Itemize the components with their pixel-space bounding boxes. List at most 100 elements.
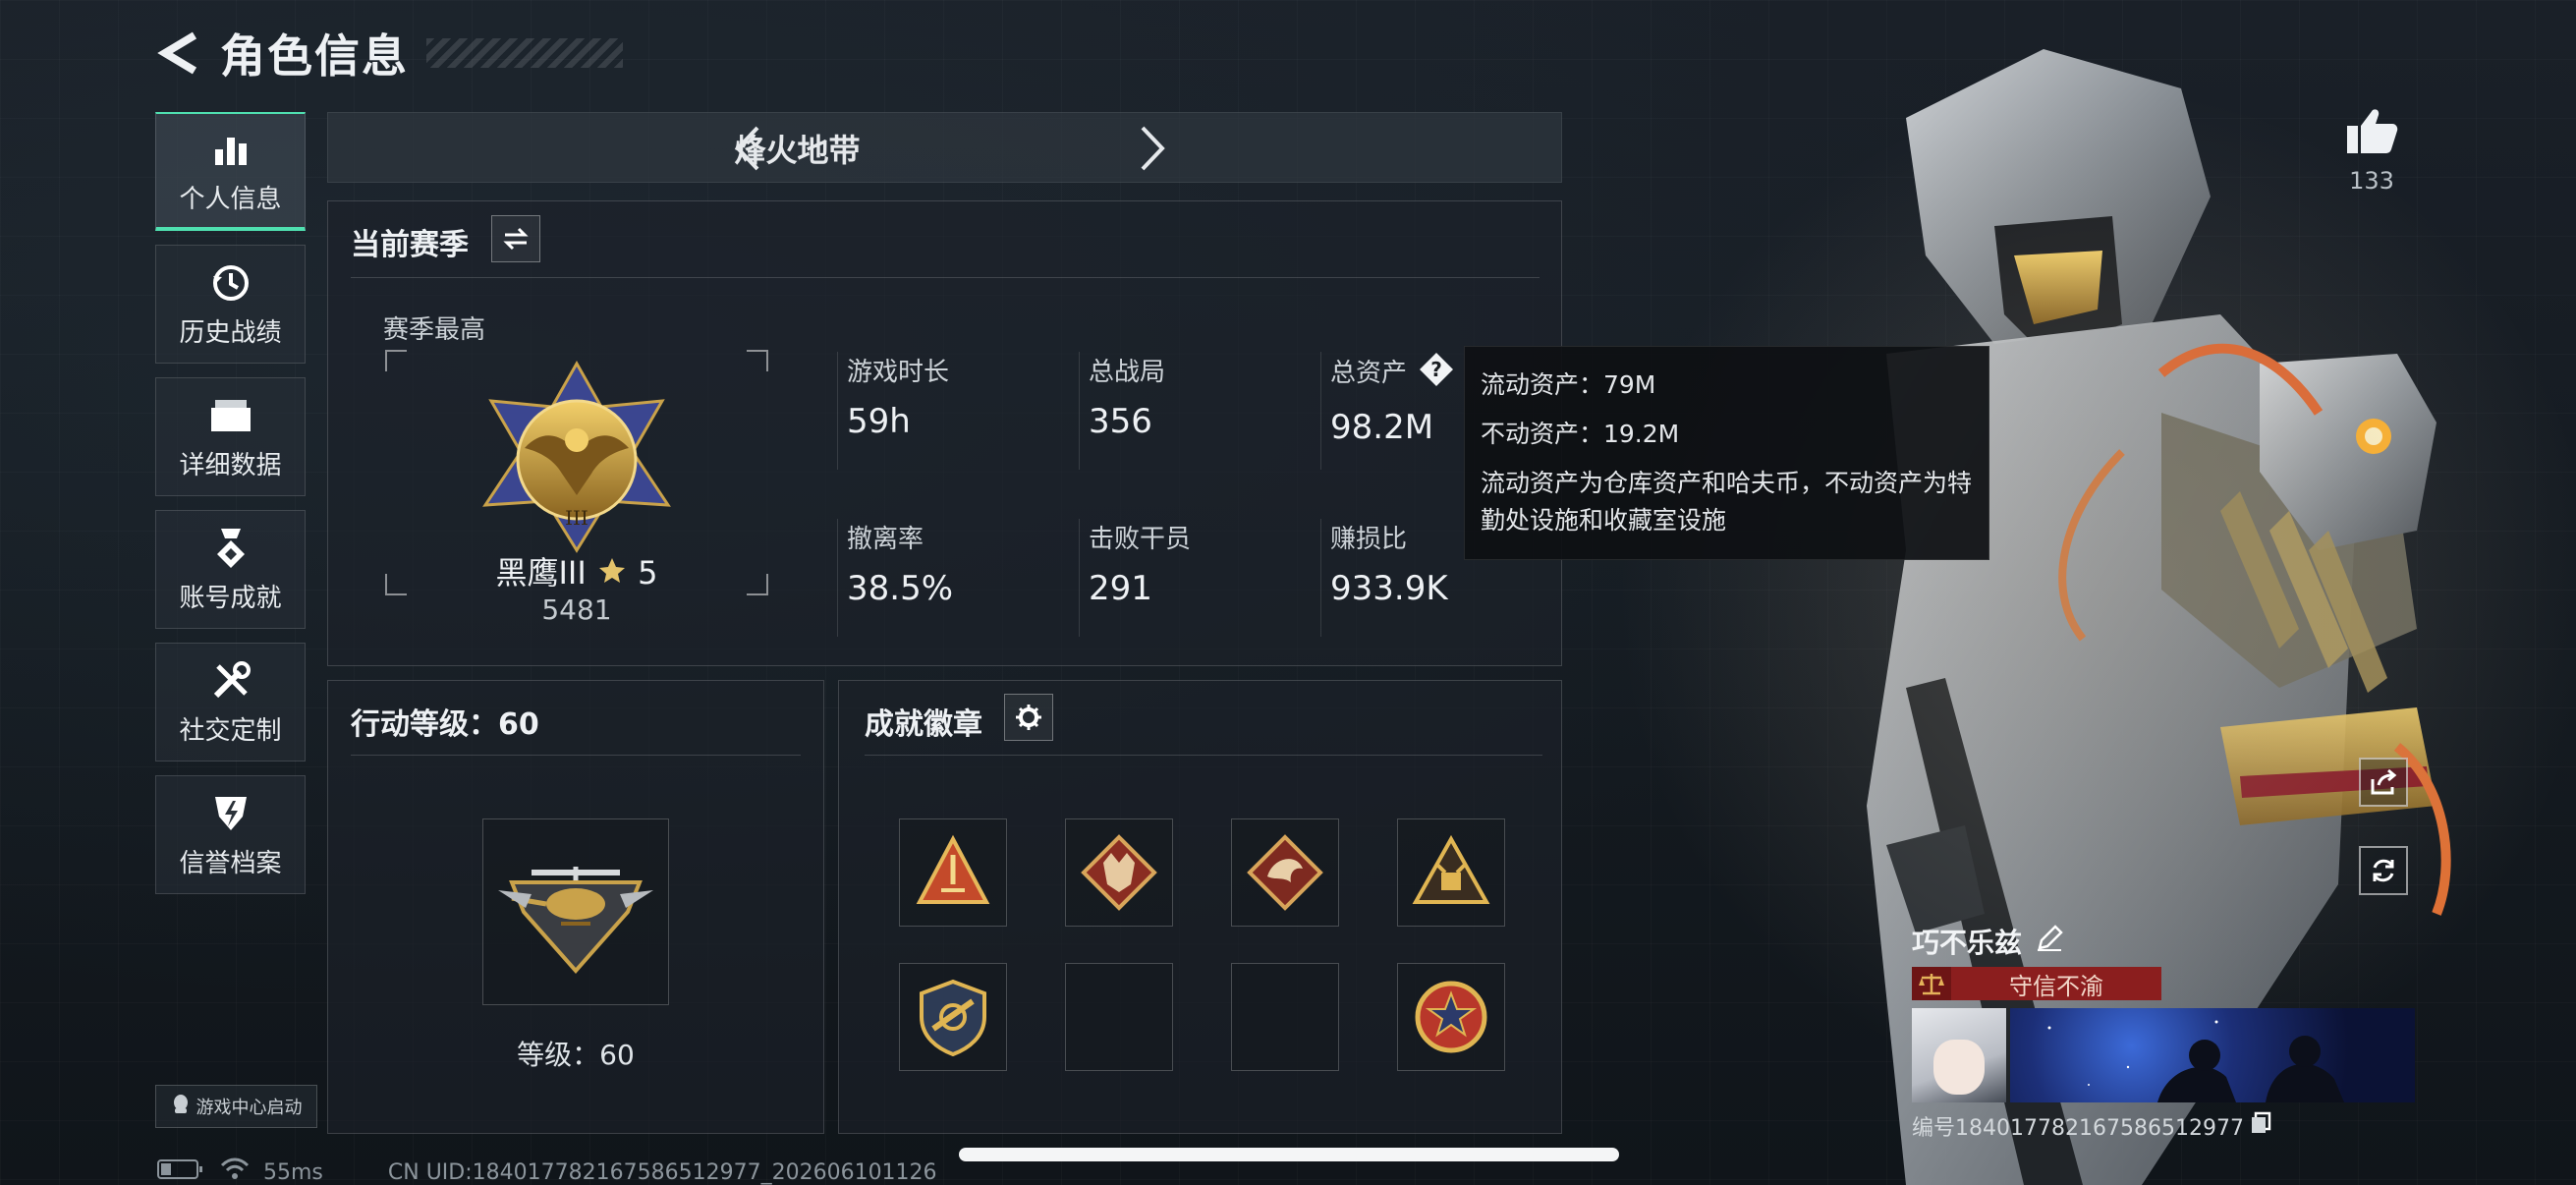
game-center-launch-button[interactable]: 游戏中心启动 xyxy=(155,1085,317,1128)
game-center-label: 游戏中心启动 xyxy=(196,1098,303,1118)
stat-divider xyxy=(837,519,838,637)
player-id: 编号18401778216758​6512977 xyxy=(1912,1116,2244,1141)
stat-playtime: 游戏时长 59h xyxy=(847,352,949,441)
badges-title: 成就徽章 xyxy=(865,707,982,742)
bar-chart-icon xyxy=(206,126,255,173)
lightning-shield-icon xyxy=(206,790,255,837)
scale-icon xyxy=(1912,967,1951,1000)
thumbs-up-icon[interactable] xyxy=(2342,106,2401,159)
history-clock-icon xyxy=(206,259,255,307)
battery-icon xyxy=(157,1158,204,1185)
like-count: 133 xyxy=(2349,167,2394,195)
level-title: 行动等级：60 xyxy=(351,707,539,742)
fist-triangle-badge-icon xyxy=(1412,834,1490,904)
stat-divider xyxy=(1079,519,1080,637)
badge-slot[interactable] xyxy=(1231,818,1339,927)
badge-slot[interactable] xyxy=(899,818,1007,927)
stat-value: 291 xyxy=(1089,569,1152,608)
stat-profit-loss-ratio: 赚损比 933.9K xyxy=(1330,519,1448,608)
season-divider xyxy=(351,277,1540,278)
player-card: 巧不乐兹 守信不渝 编号18401778216758​6512977 xyxy=(1912,920,2415,1142)
chevron-right-icon xyxy=(1141,126,1165,171)
home-indicator[interactable] xyxy=(959,1148,1619,1161)
stat-extraction-rate: 撤离率 38.5% xyxy=(847,519,953,608)
mode-title: 烽火地带 xyxy=(734,132,861,169)
player-card-images xyxy=(1912,1008,2415,1102)
season-best-label: 赛季最高 xyxy=(383,315,486,345)
rank-name-row: 黑鹰III 5 xyxy=(385,548,768,593)
switch-season-button[interactable] xyxy=(491,215,540,262)
player-name: 巧不乐兹 xyxy=(1912,927,2023,959)
credit-label: 守信不渝 xyxy=(2009,972,2103,1000)
refresh-icon xyxy=(2373,859,2394,882)
rank-emblem-icon: III xyxy=(476,358,678,554)
stat-divider xyxy=(837,352,838,470)
tooltip-description: 流动资产为仓库资产和哈夫币，不动资产为特勤处设施和收藏室设施 xyxy=(1481,469,1973,535)
wifi-icon xyxy=(220,1157,250,1185)
warning-triangle-badge-icon xyxy=(916,834,990,904)
stat-label: 赚损比 xyxy=(1330,525,1408,554)
level-label: 等级：60 xyxy=(517,1039,635,1071)
stat-operators-defeated: 击败干员 291 xyxy=(1089,519,1191,608)
sidebar: 个人信息 历史战绩 详细数据 账号成就 社交定制 信誉档案 xyxy=(155,112,306,908)
gear-icon xyxy=(1016,705,1041,730)
sidebar-item-history[interactable]: 历史战绩 xyxy=(155,245,306,364)
svg-text:III: III xyxy=(565,506,588,530)
svg-text:?: ? xyxy=(1430,358,1442,381)
sidebar-item-achievements[interactable]: 账号成就 xyxy=(155,510,306,629)
share-button[interactable] xyxy=(2359,758,2408,807)
stat-value: 933.9K xyxy=(1330,569,1448,608)
stat-label: 总战局 xyxy=(1089,358,1166,387)
sidebar-item-social[interactable]: 社交定制 xyxy=(155,643,306,762)
stat-label-text: 总资产 xyxy=(1330,359,1408,388)
ping-value: 55ms xyxy=(263,1159,323,1185)
sidebar-item-label: 社交定制 xyxy=(179,716,282,746)
like-widget[interactable]: 133 xyxy=(2342,106,2401,195)
level-emblem[interactable] xyxy=(482,818,669,1005)
stat-label: 总资产 ? xyxy=(1330,352,1454,394)
swap-icon xyxy=(503,227,529,251)
header: 角色信息 xyxy=(157,24,623,83)
dragon-badge-icon xyxy=(1247,834,1323,911)
badge-slot[interactable] xyxy=(1397,818,1505,927)
tooltip-liquid-assets: 流动资产：79M xyxy=(1481,370,1656,399)
badge-slot[interactable] xyxy=(899,963,1007,1071)
profile-banner[interactable] xyxy=(2010,1008,2415,1102)
edit-icon[interactable] xyxy=(2036,924,2063,959)
status-bar: 55ms CN UID:184017782167586512977_202606… xyxy=(157,1157,937,1185)
star-medal-badge-icon xyxy=(1415,981,1487,1053)
season-title: 当前赛季 xyxy=(351,228,469,262)
badge-slot-empty[interactable] xyxy=(1065,963,1173,1071)
stat-label: 游戏时长 xyxy=(847,358,950,387)
medal-icon xyxy=(206,525,255,572)
avatar[interactable] xyxy=(1912,1008,2006,1102)
sidebar-item-personal-info[interactable]: 个人信息 xyxy=(155,112,306,231)
qq-icon xyxy=(171,1094,191,1120)
badge-slot[interactable] xyxy=(1397,963,1505,1071)
sidebar-item-label: 个人信息 xyxy=(179,185,282,214)
stat-value: 59h xyxy=(847,402,911,441)
sidebar-item-reputation[interactable]: 信誉档案 xyxy=(155,775,306,894)
stat-label: 撤离率 xyxy=(847,525,924,554)
sidebar-item-label: 历史战绩 xyxy=(179,318,282,348)
folder-icon xyxy=(206,392,255,439)
badge-slot[interactable] xyxy=(1065,818,1173,927)
copy-icon[interactable] xyxy=(2250,1111,2271,1141)
stat-value: 98.2M xyxy=(1330,408,1434,447)
rank-name: 黑鹰III xyxy=(495,554,587,592)
sidebar-item-details[interactable]: 详细数据 xyxy=(155,377,306,496)
stat-divider xyxy=(1320,519,1321,637)
stat-label: 击败干员 xyxy=(1089,525,1192,554)
stat-divider xyxy=(1079,352,1080,470)
tools-icon xyxy=(206,657,255,705)
badge-slot-empty[interactable] xyxy=(1231,963,1339,1071)
player-id-row: 编号18401778216758​6512977 xyxy=(1912,1110,2415,1142)
back-arrow-icon[interactable] xyxy=(157,28,200,78)
badge-settings-button[interactable] xyxy=(1004,694,1053,741)
refresh-button[interactable] xyxy=(2359,846,2408,895)
uid-text: CN UID:184017782167586512977_20260610112… xyxy=(387,1159,937,1185)
stat-value: 356 xyxy=(1089,402,1152,441)
help-icon[interactable]: ? xyxy=(1419,352,1454,394)
next-mode-button[interactable] xyxy=(1128,123,1179,174)
sidebar-item-label: 账号成就 xyxy=(179,584,282,613)
